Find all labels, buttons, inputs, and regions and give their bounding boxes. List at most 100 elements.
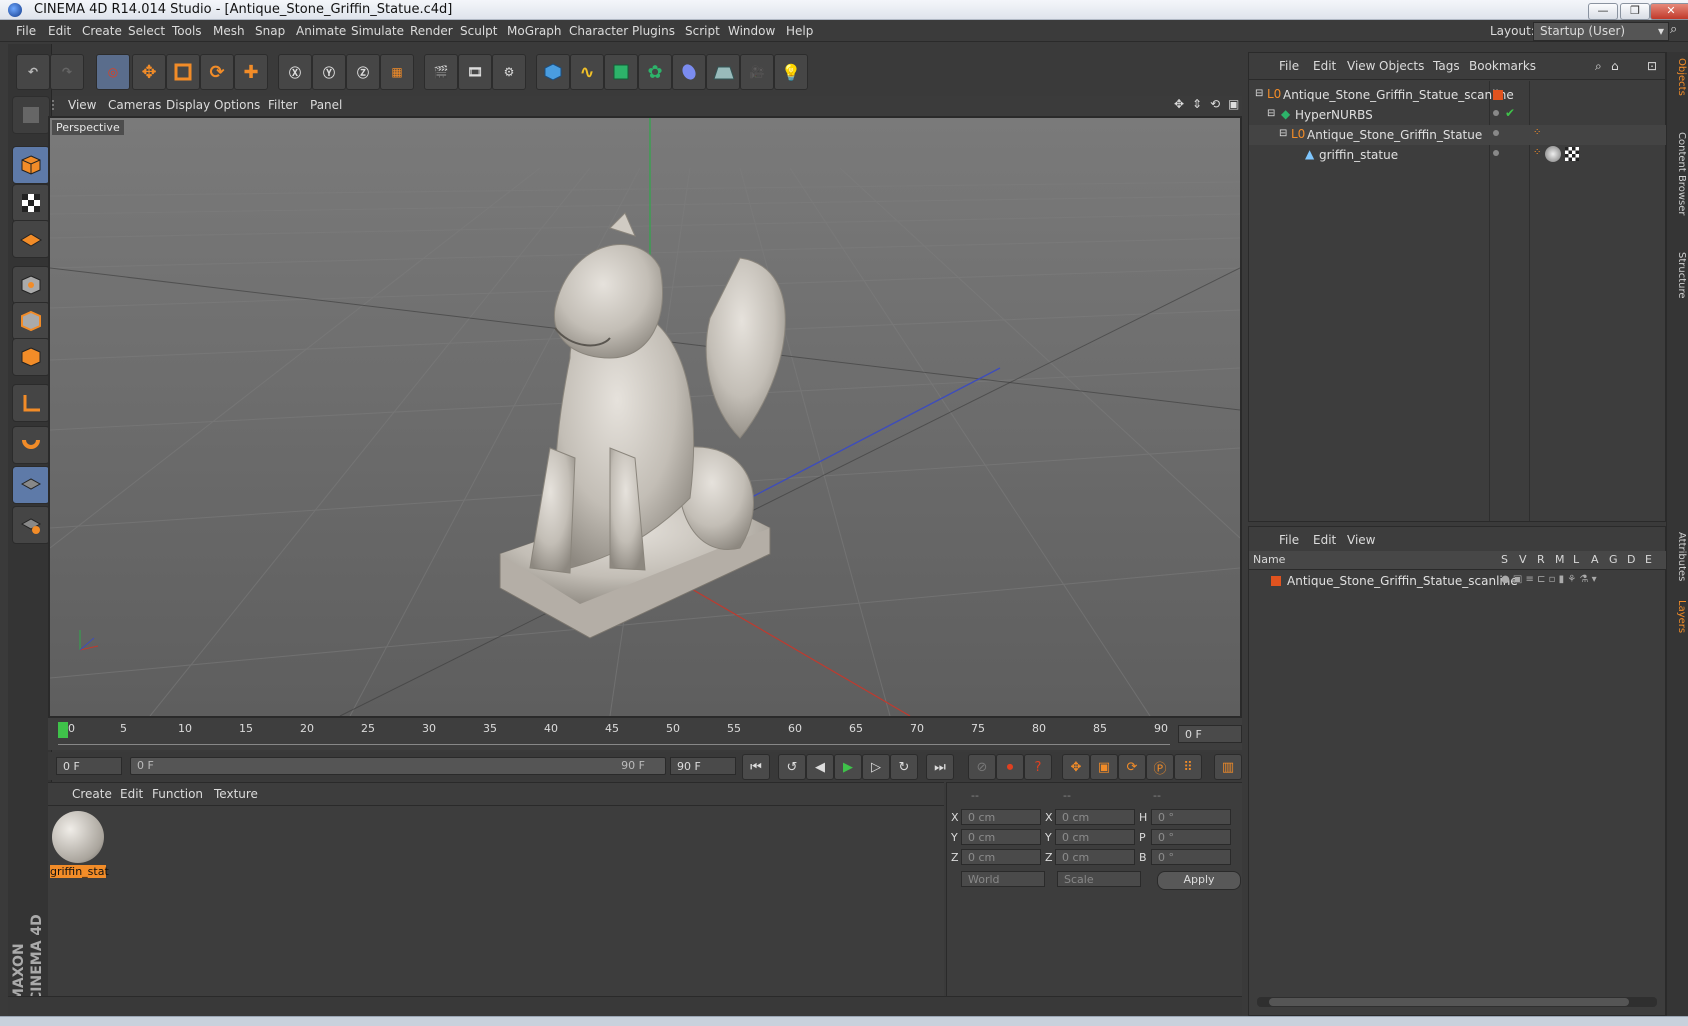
- viewport-menu-display[interactable]: Display: [166, 98, 210, 112]
- viewport-menu-panel[interactable]: Panel: [310, 98, 342, 112]
- object-menu-bookmarks[interactable]: Bookmarks: [1469, 59, 1536, 73]
- material-menu-create[interactable]: Create: [72, 787, 112, 801]
- menu-plugins[interactable]: Plugins: [632, 24, 675, 38]
- apply-button[interactable]: Apply: [1157, 871, 1241, 890]
- y-axis-lock-icon[interactable]: Ⓨ: [312, 54, 346, 90]
- timeline-playhead[interactable]: [58, 722, 68, 738]
- camera-icon[interactable]: 🎥: [740, 54, 774, 90]
- tab-content-browser[interactable]: Content Browser: [1669, 132, 1687, 215]
- deformer-icon[interactable]: [672, 54, 706, 90]
- object-menu-view[interactable]: View: [1347, 59, 1375, 73]
- timeline-ruler[interactable]: 0 5 10 15 20 25 30 35 40 45 50 55 60 65 …: [48, 718, 1242, 750]
- go-to-end-icon[interactable]: ⏭: [926, 754, 954, 780]
- maximize-view-icon[interactable]: ▣: [1228, 97, 1239, 111]
- record-rotation-icon[interactable]: ⟳: [1118, 754, 1146, 780]
- snap-magnet-icon[interactable]: [12, 426, 50, 464]
- collapse-toggle-icon[interactable]: ⊟: [1267, 108, 1275, 119]
- layer-menu-edit[interactable]: Edit: [1313, 533, 1336, 547]
- coordinate-system-icon[interactable]: ▦: [380, 54, 414, 90]
- rotate-icon[interactable]: ⟳: [200, 54, 234, 90]
- close-button[interactable]: ✕: [1650, 3, 1688, 20]
- menu-render[interactable]: Render: [410, 24, 453, 38]
- enabled-check-icon[interactable]: ✔: [1505, 106, 1515, 120]
- viewport-menu-filter[interactable]: Filter: [268, 98, 298, 112]
- auto-keying-icon[interactable]: ⏺: [996, 754, 1024, 780]
- object-row[interactable]: ⊟ L0 Antique_Stone_Griffin_Statue ⁘: [1249, 125, 1667, 145]
- object-menu-file[interactable]: File: [1279, 59, 1299, 73]
- rotation-b-field[interactable]: 0 °: [1151, 849, 1231, 865]
- object-row[interactable]: ⊟ L0 Antique_Stone_Griffin_Statue_scanli…: [1249, 85, 1667, 105]
- undo-view-icon[interactable]: [12, 96, 50, 134]
- create-object-icon[interactable]: ✚: [234, 54, 268, 90]
- play-icon[interactable]: ▶: [834, 754, 862, 780]
- menu-sculpt[interactable]: Sculpt: [460, 24, 497, 38]
- menu-mesh[interactable]: Mesh: [213, 24, 245, 38]
- render-view-icon[interactable]: 🎬: [424, 54, 458, 90]
- collapse-toggle-icon[interactable]: ⊟: [1279, 128, 1287, 139]
- record-parameter-icon[interactable]: Ⓟ: [1146, 754, 1174, 780]
- size-mode-select[interactable]: Scale: [1057, 871, 1141, 887]
- frame-range-slider[interactable]: 0 F 90 F: [130, 757, 666, 775]
- tab-layers[interactable]: Layers: [1669, 600, 1687, 633]
- restore-button[interactable]: ❐: [1620, 3, 1650, 20]
- size-x-field[interactable]: 0 cm: [1055, 809, 1135, 825]
- search-icon[interactable]: ⌕: [1670, 22, 1677, 37]
- viewport-menu-view[interactable]: View: [68, 98, 96, 112]
- polygons-mode-icon[interactable]: [12, 338, 50, 376]
- next-key-icon[interactable]: ↻: [890, 754, 918, 780]
- material-menu-function[interactable]: Function: [152, 787, 203, 801]
- record-point-level-icon[interactable]: ⠿: [1174, 754, 1202, 780]
- object-row[interactable]: ▲ griffin_statue ⁘: [1249, 145, 1667, 165]
- menu-animate[interactable]: Animate: [296, 24, 346, 38]
- timeline-window-icon[interactable]: ▥: [1214, 754, 1242, 780]
- rotation-h-field[interactable]: 0 °: [1151, 809, 1231, 825]
- mograph-cloner-icon[interactable]: ✿: [638, 54, 672, 90]
- menu-help[interactable]: Help: [786, 24, 813, 38]
- menu-character[interactable]: Character: [569, 24, 628, 38]
- viewport-menu-options[interactable]: Options: [214, 98, 260, 112]
- viewport-menu-cameras[interactable]: Cameras: [108, 98, 161, 112]
- coordinate-space-select[interactable]: World: [961, 871, 1045, 887]
- cube-primitive-icon[interactable]: [536, 54, 570, 90]
- position-y-field[interactable]: 0 cm: [961, 829, 1041, 845]
- visibility-dot-icon[interactable]: [1493, 110, 1499, 116]
- tab-attributes[interactable]: Attributes: [1669, 532, 1687, 581]
- 3d-viewport[interactable]: Perspective: [48, 116, 1242, 718]
- end-frame-field[interactable]: 90 F: [670, 757, 736, 775]
- undo-icon[interactable]: ↶: [16, 54, 50, 90]
- object-row[interactable]: ⊟ ◆ HyperNURBS ✔: [1249, 105, 1667, 125]
- record-scale-icon[interactable]: ▣: [1090, 754, 1118, 780]
- previous-key-icon[interactable]: ↺: [778, 754, 806, 780]
- keyframe-selection-icon[interactable]: ?: [1024, 754, 1052, 780]
- scrollbar-thumb[interactable]: [1269, 998, 1629, 1006]
- tab-structure[interactable]: Structure: [1669, 252, 1687, 299]
- nurbs-icon[interactable]: [604, 54, 638, 90]
- material-menu-texture[interactable]: Texture: [214, 787, 258, 801]
- menu-create[interactable]: Create: [82, 24, 122, 38]
- pan-view-icon[interactable]: ✥: [1174, 97, 1184, 111]
- collapse-toggle-icon[interactable]: ⊟: [1255, 88, 1263, 99]
- record-position-icon[interactable]: ✥: [1062, 754, 1090, 780]
- menu-file[interactable]: File: [16, 24, 36, 38]
- tab-objects[interactable]: Objects: [1669, 58, 1687, 96]
- render-picture-viewer-icon[interactable]: 🎞: [458, 54, 492, 90]
- scale-icon[interactable]: [166, 54, 200, 90]
- axis-mode-icon[interactable]: [12, 384, 50, 422]
- object-menu-tags[interactable]: Tags: [1433, 59, 1460, 73]
- menu-select[interactable]: Select: [128, 24, 165, 38]
- record-keys-icon[interactable]: ⊘: [968, 754, 996, 780]
- layer-color-swatch[interactable]: [1271, 576, 1281, 586]
- visibility-dot-icon[interactable]: [1493, 150, 1499, 156]
- workplane-lock-icon[interactable]: [12, 466, 50, 504]
- material-swatch[interactable]: griffin_stat: [50, 811, 109, 879]
- material-tag-icon[interactable]: [1545, 146, 1561, 162]
- texture-mode-icon[interactable]: [12, 184, 50, 222]
- layer-menu-file[interactable]: File: [1279, 533, 1299, 547]
- object-menu-objects[interactable]: Objects: [1379, 59, 1424, 73]
- go-to-start-icon[interactable]: ⏮: [742, 754, 770, 780]
- points-mode-icon[interactable]: [12, 266, 50, 304]
- new-panel-icon[interactable]: ⊡: [1647, 59, 1657, 73]
- size-y-field[interactable]: 0 cm: [1055, 829, 1135, 845]
- render-settings-icon[interactable]: ⚙: [492, 54, 526, 90]
- previous-frame-icon[interactable]: ◀: [806, 754, 834, 780]
